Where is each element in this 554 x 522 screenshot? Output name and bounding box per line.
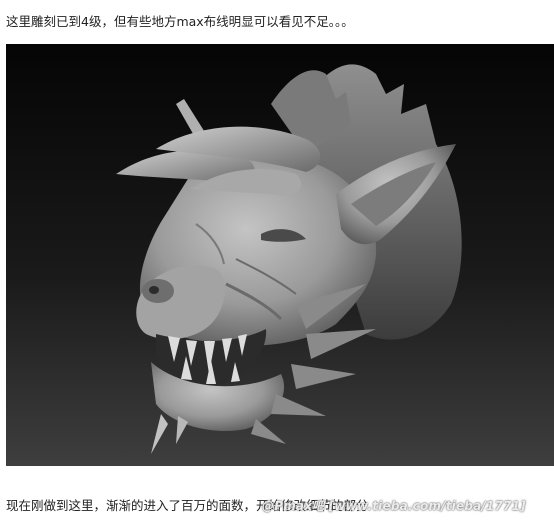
post-caption-top: 这里雕刻已到4级，但有些地方max布线明显可以看见不足。。。 — [6, 14, 354, 29]
watermark-text: @Pmax吧 [www.tieba.com/tieba/1771] — [262, 499, 526, 513]
dragon-head-sculpt — [116, 64, 462, 454]
sculpt-render-image — [6, 44, 554, 466]
